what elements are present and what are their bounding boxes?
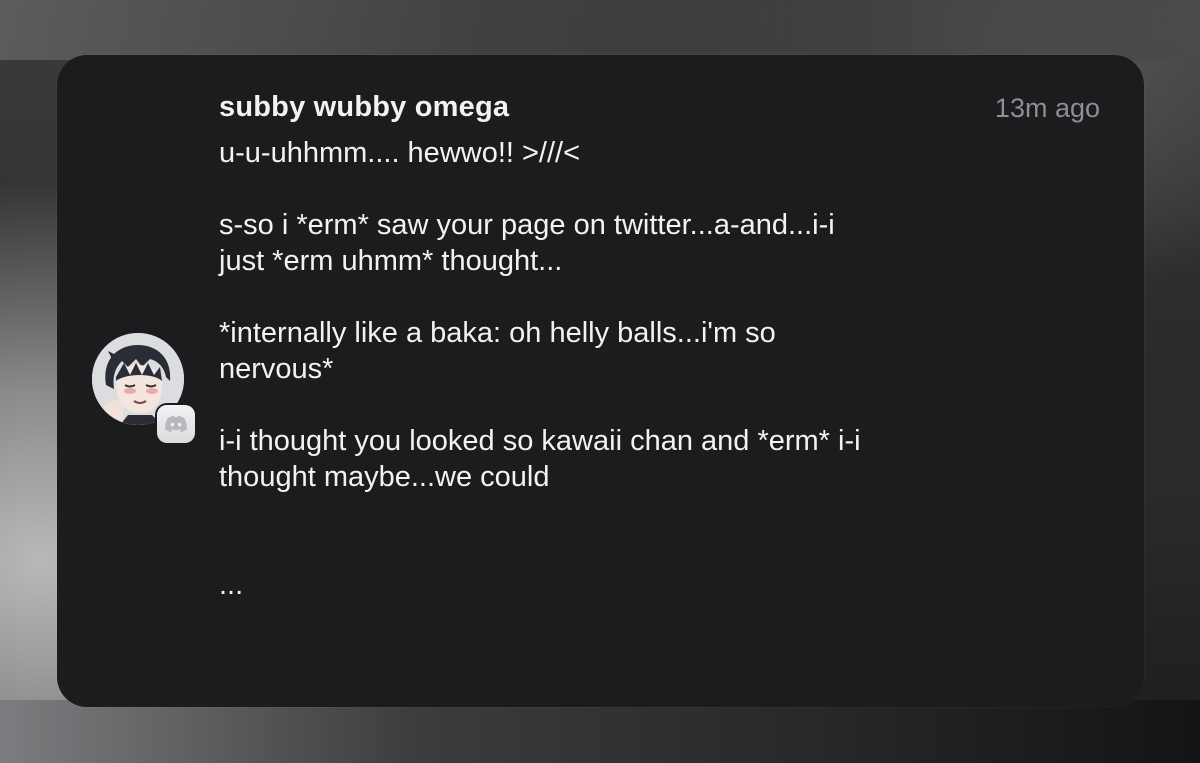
message-body: u-u-uhhmm.... hewwo!! >///< s-so i *erm*… bbox=[219, 135, 1099, 603]
discord-app-badge bbox=[157, 405, 195, 443]
message-line: ... bbox=[219, 569, 244, 601]
message-line bbox=[219, 531, 1099, 567]
message-line: thought maybe...we could bbox=[219, 461, 550, 493]
message-line: just *erm uhmm* thought... bbox=[219, 245, 563, 277]
blurred-background-bottom bbox=[0, 700, 1200, 763]
notification-card[interactable]: subby wubby omega 13m ago u-u-uhhmm.... … bbox=[57, 55, 1144, 707]
message-line: i-i thought you looked so kawaii chan an… bbox=[219, 425, 861, 457]
message-line bbox=[219, 171, 1099, 207]
message-line bbox=[219, 387, 1099, 423]
message-line: *internally like a baka: oh helly balls.… bbox=[219, 317, 776, 349]
message-line: nervous* bbox=[219, 353, 334, 385]
sender-name: subby wubby omega bbox=[219, 91, 510, 123]
message-line bbox=[219, 279, 1099, 315]
message-line: s-so i *erm* saw your page on twitter...… bbox=[219, 209, 835, 241]
message-line bbox=[219, 495, 1099, 531]
blurred-background-top bbox=[0, 0, 1200, 60]
notification-timestamp: 13m ago bbox=[994, 93, 1100, 123]
message-line: u-u-uhhmm.... hewwo!! >///< bbox=[219, 137, 581, 169]
discord-icon bbox=[165, 416, 187, 432]
